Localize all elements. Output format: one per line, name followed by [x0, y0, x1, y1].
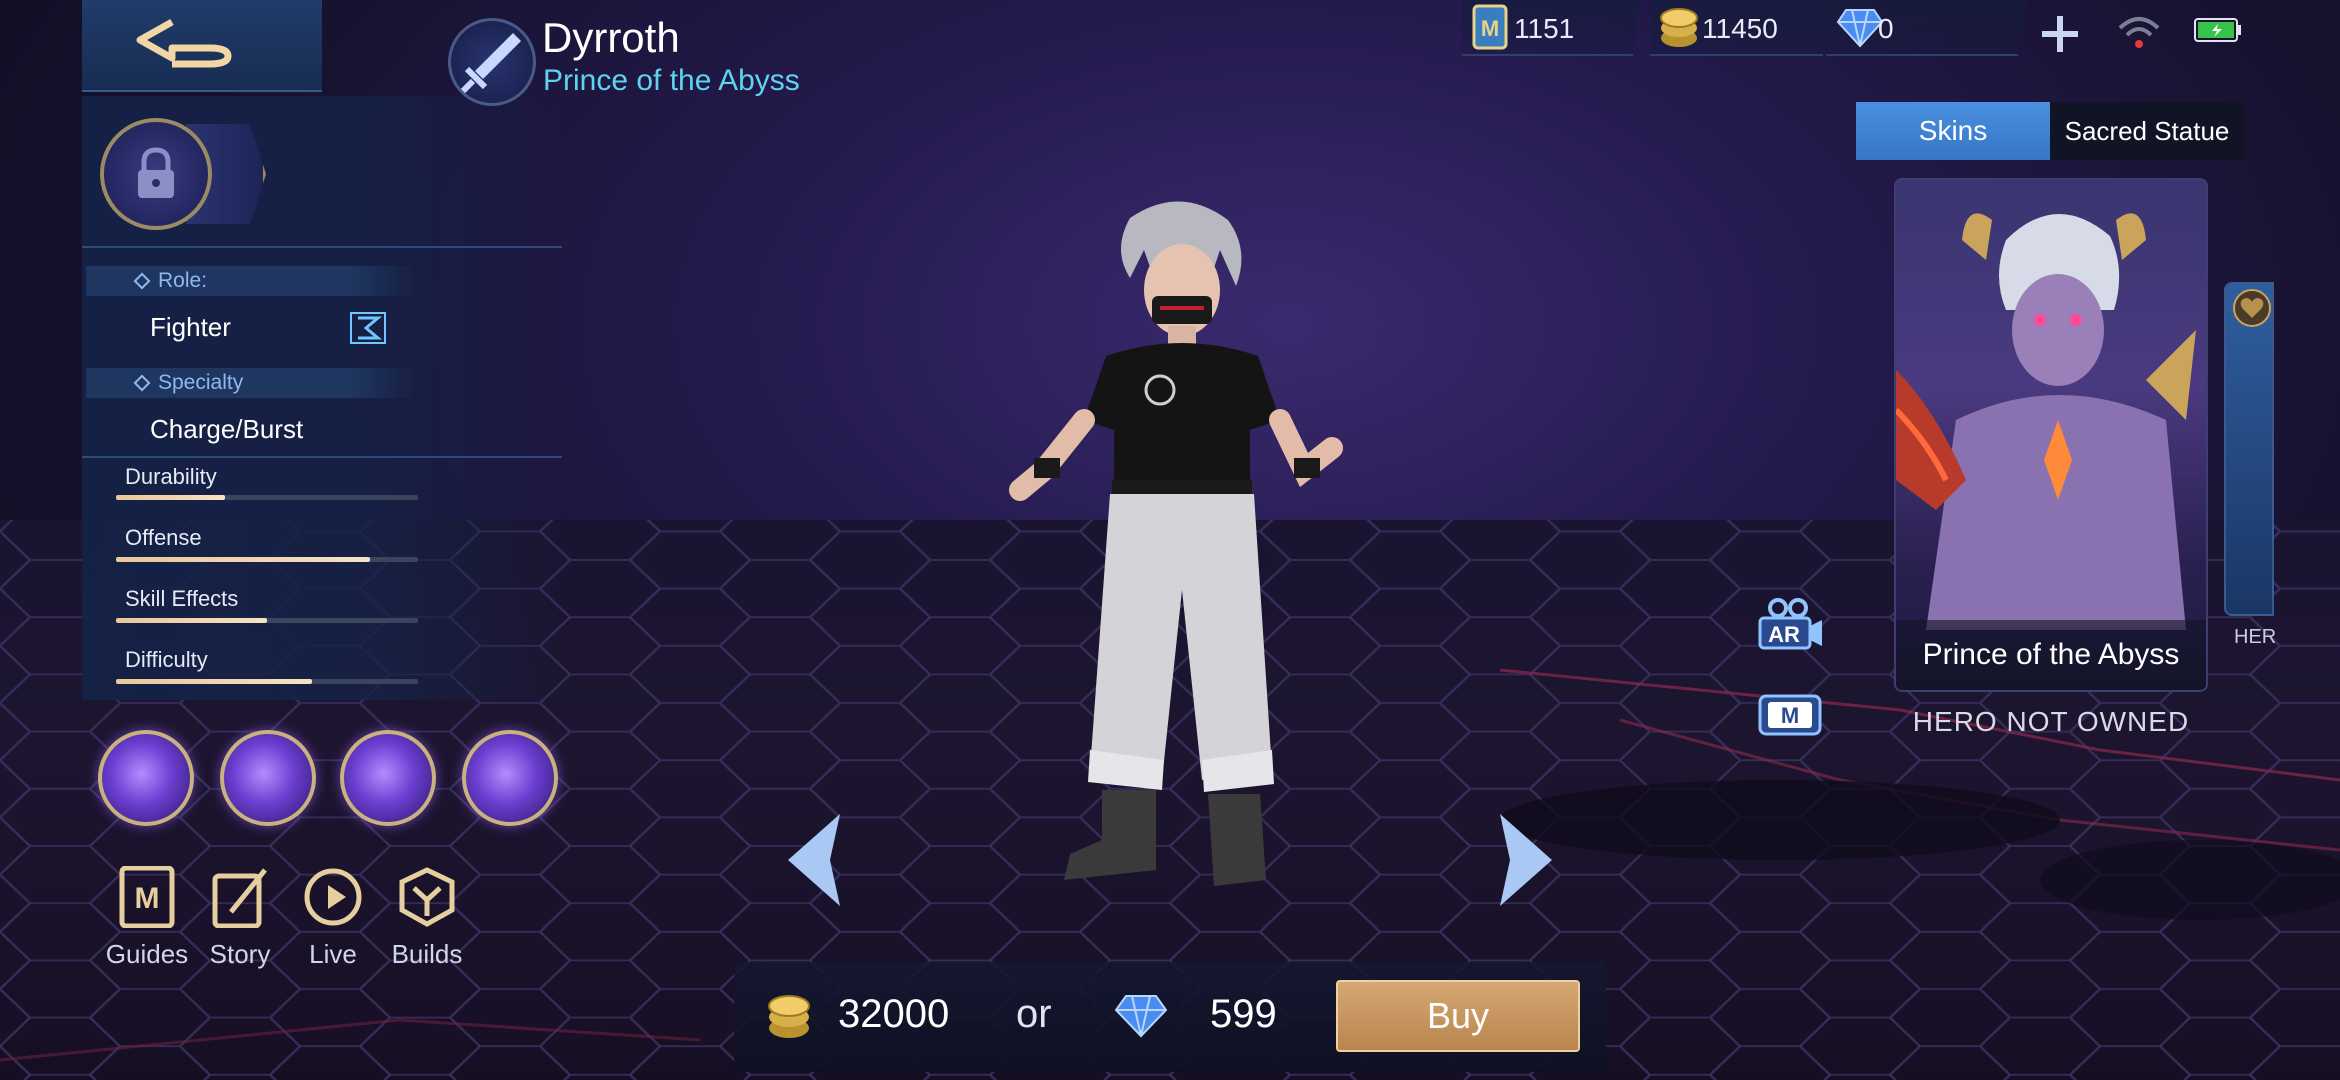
diamond-icon — [133, 374, 151, 392]
diamond-price: 599 — [1210, 992, 1277, 1036]
skill-1-icon[interactable] — [220, 730, 316, 826]
skill-passive-icon[interactable] — [98, 730, 194, 826]
battle-points-coin-icon — [768, 995, 810, 1038]
next-skin-chevron-icon[interactable] — [1490, 810, 1560, 910]
stat-skill-effects-fill — [116, 618, 267, 623]
stat-offense-label: Offense — [125, 525, 202, 550]
svg-text:M: M — [1481, 16, 1499, 41]
role-label: Role: — [158, 269, 208, 292]
add-currency-plus-icon[interactable] — [2038, 12, 2082, 56]
hero-name: Dyrroth — [542, 14, 680, 61]
stat-skill-effects-bar — [116, 618, 418, 623]
fighter-class-badge — [448, 18, 536, 106]
specialty-label: Specialty — [158, 371, 244, 394]
guides-book-icon: M — [119, 865, 175, 929]
heart-badge-icon — [2233, 289, 2271, 327]
lock-icon — [138, 147, 174, 198]
diamond-counter[interactable]: 0 — [1826, 0, 2026, 56]
ar-label: AR — [1768, 622, 1800, 647]
panel-divider — [82, 456, 562, 458]
panel-divider — [82, 246, 562, 248]
stat-skill-effects-label: Skill Effects — [125, 586, 239, 611]
battle-points-coin-icon — [1660, 8, 1698, 47]
guides-button[interactable]: M Guides — [102, 865, 192, 970]
m-label: M — [1781, 703, 1799, 728]
skin-card[interactable]: Prince of the Abyss — [1894, 178, 2208, 692]
builds-label: Builds — [391, 939, 463, 969]
diamond-icon — [1114, 995, 1168, 1038]
next-skin-label: HER — [2234, 626, 2277, 648]
back-button[interactable] — [82, 0, 322, 92]
hero-title: Prince of the Abyss — [543, 64, 800, 97]
story-quill-icon — [212, 868, 267, 929]
ar-camera-button[interactable]: AR — [1756, 596, 1824, 661]
skin-name: Prince of the Abyss — [1896, 620, 2206, 690]
stat-offense-fill — [116, 557, 370, 562]
previous-skin-chevron-icon[interactable] — [780, 810, 850, 910]
stat-offense-bar — [116, 557, 418, 562]
guides-label: Guides — [105, 939, 189, 969]
story-button[interactable]: Story — [195, 866, 285, 970]
tab-sacred-statue[interactable]: Sacred Statue — [2050, 102, 2244, 160]
skill-2-icon[interactable] — [340, 730, 436, 826]
battle-points-count: 11450 — [1702, 13, 1778, 44]
specialty-heading: Specialty — [86, 368, 416, 398]
live-button[interactable]: Live — [288, 866, 378, 970]
stat-durability-fill — [116, 495, 225, 500]
hero-3d-model — [1009, 201, 1343, 886]
live-play-icon — [304, 868, 362, 926]
ownership-status: HERO NOT OWNED — [1912, 706, 2190, 737]
stat-durability-bar — [116, 495, 418, 500]
skin-portrait — [1896, 213, 2196, 630]
wifi-icon — [2118, 17, 2160, 48]
tab-skins[interactable]: Skins — [1856, 102, 2050, 160]
diamond-icon — [1836, 9, 1884, 48]
bp-price: 32000 — [838, 992, 950, 1036]
buy-button[interactable]: Buy — [1336, 980, 1580, 1052]
builds-button[interactable]: Builds — [382, 866, 472, 970]
back-arrow-icon — [136, 18, 232, 68]
stat-difficulty-fill — [116, 679, 313, 684]
ar-camera-icon: AR — [1758, 598, 1822, 650]
or-separator: or — [1016, 992, 1052, 1036]
sword-icon — [460, 33, 521, 94]
builds-shield-icon — [399, 867, 455, 927]
story-label: Story — [209, 939, 271, 969]
skill-ultimate-icon[interactable] — [462, 730, 558, 826]
next-skin-card[interactable] — [2224, 282, 2274, 616]
ticket-counter[interactable]: M 1151 — [1462, 0, 1640, 56]
stat-durability-label: Durability — [125, 464, 217, 489]
stat-difficulty-bar — [116, 679, 418, 684]
battery-icon — [2194, 18, 2241, 42]
specialty-value: Charge/Burst — [150, 414, 304, 444]
ticket-icon: M — [1472, 4, 1508, 50]
m-video-button[interactable]: M — [1756, 690, 1824, 745]
ticket-count: 1151 — [1514, 13, 1575, 44]
diamond-icon — [133, 272, 151, 290]
diamond-count: 0 — [1878, 13, 1894, 44]
fighter-role-icon — [350, 312, 386, 344]
live-label: Live — [309, 939, 357, 969]
role-heading: Role: — [86, 266, 416, 296]
m-video-icon: M — [1758, 694, 1822, 736]
stat-difficulty-label: Difficulty — [125, 647, 208, 672]
battle-points-counter[interactable]: 11450 — [1650, 0, 1830, 56]
role-value: Fighter — [150, 312, 231, 342]
svg-text:M: M — [135, 882, 160, 915]
